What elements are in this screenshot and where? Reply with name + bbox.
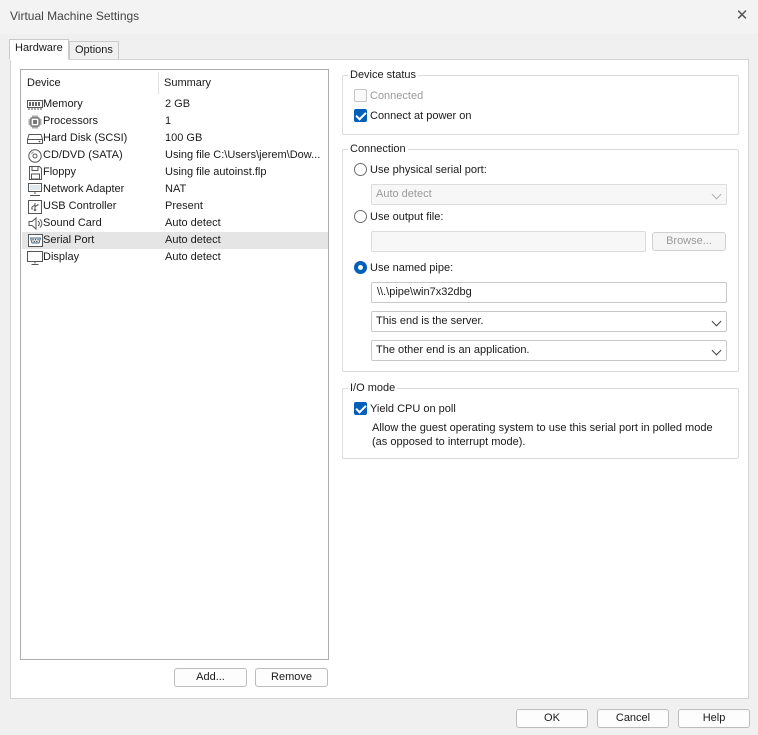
memory-icon <box>27 97 43 112</box>
connection-title: Connection <box>348 143 408 155</box>
device-row-usb-controller[interactable]: USB Controller Present <box>22 198 328 215</box>
physical-serial-port-label: Use physical serial port: <box>370 164 487 176</box>
device-name: Serial Port <box>43 234 95 246</box>
device-row-memory[interactable]: Memory 2 GB <box>22 96 328 113</box>
floppy-icon <box>27 165 43 180</box>
output-file-radio[interactable] <box>354 210 367 223</box>
io-mode-description: Allow the guest operating system to use … <box>372 422 713 448</box>
device-name: CD/DVD (SATA) <box>43 149 123 161</box>
hard-disk-icon <box>27 131 43 146</box>
tab-options[interactable]: Options <box>69 41 119 60</box>
device-name: Floppy <box>43 166 77 178</box>
device-summary: 100 GB <box>165 132 203 144</box>
remove-device-button[interactable]: Remove <box>255 668 328 687</box>
device-status-title: Device status <box>348 69 419 81</box>
connected-checkbox[interactable] <box>354 89 367 102</box>
device-summary: Using file C:\Users\jerem\Dow... <box>165 149 321 161</box>
speaker-icon <box>27 216 43 231</box>
column-separator <box>158 72 159 94</box>
device-name: Display <box>43 251 80 263</box>
other-end-value: The other end is an application. <box>376 344 530 356</box>
device-list-header: Device Summary <box>21 70 328 97</box>
pipe-name-input[interactable]: \\.\pipe\win7x32dbg <box>371 282 727 303</box>
connection-group <box>342 149 739 372</box>
browse-button[interactable]: Browse... <box>652 232 726 251</box>
device-name: Hard Disk (SCSI) <box>43 132 128 144</box>
device-list[interactable]: Device Summary Memory 2 GB Processors 1 … <box>20 69 329 660</box>
chevron-down-icon <box>711 345 722 356</box>
device-name: USB Controller <box>43 200 117 212</box>
yield-cpu-label: Yield CPU on poll <box>370 403 456 415</box>
connect-at-power-on-label: Connect at power on <box>370 110 472 122</box>
this-end-value: This end is the server. <box>376 315 484 327</box>
output-file-label: Use output file: <box>370 211 444 223</box>
device-row-processors[interactable]: Processors 1 <box>22 113 328 130</box>
cancel-button[interactable]: Cancel <box>597 709 669 728</box>
device-status-group <box>342 75 739 135</box>
named-pipe-radio[interactable] <box>354 261 367 274</box>
help-button[interactable]: Help <box>678 709 750 728</box>
device-name: Network Adapter <box>43 183 125 195</box>
device-row-serial-port[interactable]: Serial Port Auto detect <box>22 232 328 249</box>
connected-label: Connected <box>370 90 424 102</box>
named-pipe-label: Use named pipe: <box>370 262 454 274</box>
device-row-sound-card[interactable]: Sound Card Auto detect <box>22 215 328 232</box>
column-header-device[interactable]: Device <box>27 77 61 89</box>
display-icon <box>27 250 43 265</box>
connect-at-power-on-checkbox[interactable] <box>354 109 367 122</box>
device-name: Sound Card <box>43 217 102 229</box>
io-mode-title: I/O mode <box>348 382 398 394</box>
device-summary: Auto detect <box>165 251 221 263</box>
device-summary: Present <box>165 200 203 212</box>
device-row-hard-disk[interactable]: Hard Disk (SCSI) 100 GB <box>22 130 328 147</box>
add-device-button[interactable]: Add... <box>174 668 247 687</box>
device-row-cd-dvd[interactable]: CD/DVD (SATA) Using file C:\Users\jerem\… <box>22 147 328 164</box>
serial-port-icon <box>27 233 43 248</box>
device-row-network-adapter[interactable]: Network Adapter NAT <box>22 181 328 198</box>
tab-hardware[interactable]: Hardware <box>9 39 69 60</box>
chevron-down-icon <box>711 189 722 200</box>
other-end-dropdown[interactable]: The other end is an application. <box>371 340 727 361</box>
device-summary: Using file autoinst.flp <box>165 166 267 178</box>
device-summary: 1 <box>165 115 172 127</box>
title-bar: Virtual Machine Settings ✕ <box>0 0 758 34</box>
this-end-dropdown[interactable]: This end is the server. <box>371 311 727 332</box>
device-summary: NAT <box>165 183 187 195</box>
device-row-display[interactable]: Display Auto detect <box>22 249 328 266</box>
network-adapter-icon <box>27 182 43 197</box>
physical-serial-port-radio[interactable] <box>354 163 367 176</box>
device-row-floppy[interactable]: Floppy Using file autoinst.flp <box>22 164 328 181</box>
output-file-input[interactable] <box>371 231 646 252</box>
device-name: Memory <box>43 98 83 110</box>
device-name: Processors <box>43 115 99 127</box>
chevron-down-icon <box>711 316 722 327</box>
physical-port-dropdown[interactable]: Auto detect <box>371 184 727 205</box>
cd-dvd-icon <box>27 148 43 163</box>
ok-button[interactable]: OK <box>516 709 588 728</box>
physical-port-value: Auto detect <box>376 188 432 200</box>
close-icon: ✕ <box>735 7 749 24</box>
column-header-summary[interactable]: Summary <box>164 77 211 89</box>
processor-icon <box>27 114 43 129</box>
usb-icon <box>27 199 43 214</box>
device-summary: Auto detect <box>165 234 221 246</box>
yield-cpu-checkbox[interactable] <box>354 402 367 415</box>
window-title: Virtual Machine Settings <box>10 9 140 23</box>
device-summary: 2 GB <box>165 98 191 110</box>
device-summary: Auto detect <box>165 217 221 229</box>
close-button[interactable]: ✕ <box>729 4 755 28</box>
